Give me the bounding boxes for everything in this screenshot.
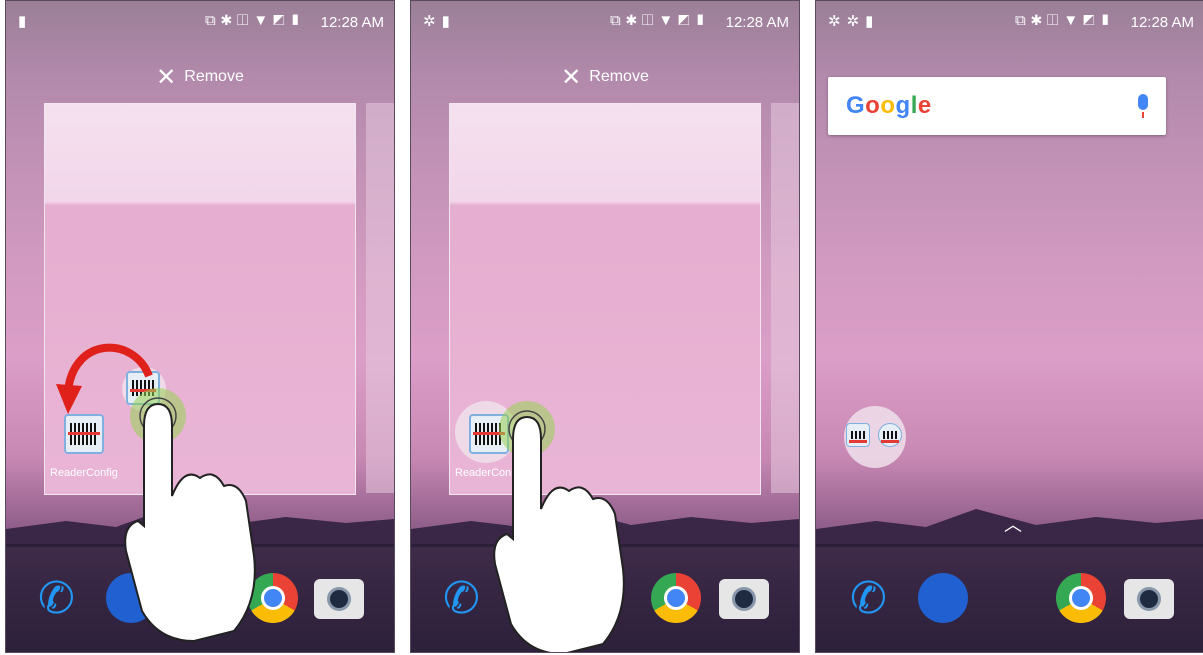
status-time: 12:28 AM [725, 14, 789, 31]
chrome-icon[interactable] [1056, 573, 1106, 623]
phone-icon[interactable]: ✆ [850, 573, 900, 623]
google-search-bar[interactable]: Google [828, 77, 1166, 135]
app-label: ReaderConfig [50, 467, 118, 479]
status-time: 12:28 AM [320, 14, 384, 31]
hand-pointer-icon [493, 401, 625, 652]
sim-icon: ▮ [18, 13, 33, 30]
status-bar: ▮ ⧉✱◫▼◩▮ 12:28 AM [6, 1, 394, 43]
phone-screen-1: ▮ ⧉✱◫▼◩▮ 12:28 AM ✕ Remove ✆ ReaderConfig [5, 0, 395, 653]
phone-screen-3: ✲✲▮ ⧉✱◫▼◩▮ 12:28 AM Google ︿ ✆ [815, 0, 1203, 653]
camera-icon[interactable] [719, 579, 769, 619]
status-icons: ⧉✱◫▼◩▮ [205, 12, 306, 29]
phone-icon[interactable]: ✆ [38, 573, 88, 623]
readerconfig-app-icon [878, 423, 902, 447]
hand-pointer-icon [124, 388, 256, 643]
remove-label: Remove [589, 68, 649, 85]
notification-icons: ✲✲▮ [828, 13, 880, 30]
messages-icon[interactable] [918, 573, 968, 623]
status-icons: ⧉✱◫▼◩▮ [1015, 12, 1116, 29]
status-bar: ✲✲▮ ⧉✱◫▼◩▮ 12:28 AM [816, 1, 1203, 43]
close-icon: ✕ [156, 64, 177, 91]
notification-icons: ✲▮ [423, 13, 456, 30]
next-page-card [366, 103, 394, 493]
phone-screen-2: ✲▮ ⧉✱◫▼◩▮ 12:28 AM ✕ Remove ✆ ReaderCon [410, 0, 800, 653]
app-drawer-chevron-icon[interactable]: ︿ [1004, 511, 1022, 537]
camera-icon[interactable] [1124, 579, 1174, 619]
remove-target[interactable]: ✕ Remove [411, 63, 799, 92]
status-icons: ⧉✱◫▼◩▮ [610, 12, 711, 29]
status-time: 12:28 AM [1130, 14, 1194, 31]
close-icon: ✕ [561, 64, 582, 91]
next-page-card [771, 103, 799, 493]
status-bar: ✲▮ ⧉✱◫▼◩▮ 12:28 AM [411, 1, 799, 43]
remove-target[interactable]: ✕ Remove [6, 63, 394, 92]
chrome-icon[interactable] [651, 573, 701, 623]
camera-icon[interactable] [314, 579, 364, 619]
microphone-icon[interactable] [1138, 94, 1148, 118]
readerconfig-app-icon [846, 423, 870, 447]
google-logo: Google [846, 92, 932, 119]
remove-label: Remove [184, 68, 244, 85]
